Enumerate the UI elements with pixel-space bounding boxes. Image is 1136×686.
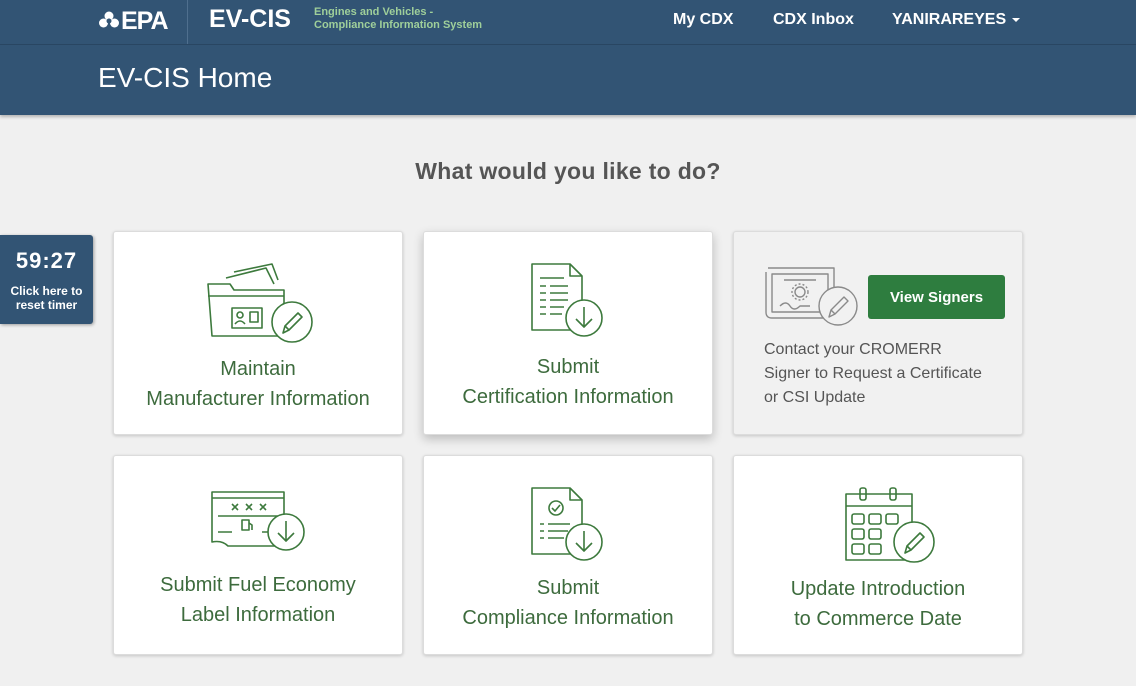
card-update-commerce-date[interactable]: Update Introduction to Commerce Date <box>733 455 1023 655</box>
card-fuel-line1: Submit Fuel Economy <box>160 574 356 596</box>
card-maintain-line1: Maintain <box>220 358 296 380</box>
card-maintain-label: Maintain Manufacturer Information <box>114 354 402 414</box>
card-certification-line1: Submit <box>536 356 600 378</box>
fuel-label-download-icon <box>211 491 305 551</box>
timer-hint: Click here to reset timer <box>0 284 93 312</box>
epa-flower-icon <box>99 11 119 28</box>
timer-countdown: 59:27 <box>15 248 78 273</box>
epa-logo[interactable]: EPA <box>98 7 169 35</box>
app-brand[interactable]: EV-CIS <box>209 5 291 34</box>
calendar-edit-icon <box>845 487 935 563</box>
card-submit-compliance[interactable]: Submit Compliance Information <box>423 455 713 655</box>
app-brand-subtitle: Engines and Vehicles - Compliance Inform… <box>314 6 482 32</box>
brand-separator <box>187 0 188 44</box>
document-download-icon <box>531 263 603 337</box>
card-submit-certification[interactable]: Submit Certification Information <box>423 231 713 435</box>
card-certification-line2: Certification Information <box>462 386 674 408</box>
session-timer[interactable]: 59:27 Click here to reset timer <box>0 235 93 324</box>
card-maintain-line2: Manufacturer Information <box>146 388 370 410</box>
view-signers-button[interactable]: View Signers <box>868 275 1005 319</box>
card-commerce-label: Update Introduction to Commerce Date <box>734 574 1022 634</box>
card-submit-fuel-economy[interactable]: Submit Fuel Economy Label Information <box>113 455 403 655</box>
nav-cdx-inbox[interactable]: CDX Inbox <box>773 11 854 29</box>
brand-subtitle-line1: Engines and Vehicles - <box>314 6 434 18</box>
folder-edit-icon <box>207 263 313 343</box>
card-compliance-label: Submit Compliance Information <box>424 573 712 633</box>
timer-hint-line2: reset timer <box>15 298 78 312</box>
user-name: YANIRAREYES <box>892 11 1007 28</box>
certificate-edit-icon <box>765 267 858 326</box>
card-cromerr-signers: View Signers Contact your CROMERR Signer… <box>733 231 1023 435</box>
nav-my-cdx[interactable]: My CDX <box>673 11 733 29</box>
timer-hint-line1: Click here to <box>10 284 83 298</box>
signer-text-line2: Signer to Request a Certificate <box>764 365 982 382</box>
signer-text-line1: Contact your CROMERR <box>764 341 942 358</box>
page-question: What would you like to do? <box>415 158 721 184</box>
card-commerce-line2: to Commerce Date <box>794 608 962 630</box>
card-fuel-label: Submit Fuel Economy Label Information <box>114 570 402 630</box>
top-navbar: EPA EV-CIS Engines and Vehicles - Compli… <box>0 0 1136 45</box>
signer-text-line3: or CSI Update <box>764 389 866 406</box>
card-compliance-line1: Submit <box>536 577 600 599</box>
signer-contact-text: Contact your CROMERR Signer to Request a… <box>764 338 1004 410</box>
card-certification-label: Submit Certification Information <box>424 352 712 412</box>
card-fuel-line2: Label Information <box>180 604 336 626</box>
page-title: EV-CIS Home <box>98 62 273 93</box>
card-commerce-line1: Update Introduction <box>790 578 966 600</box>
brand-subtitle-line2: Compliance Information System <box>314 19 483 31</box>
nav-user-menu[interactable]: YANIRAREYES <box>892 11 1021 29</box>
card-maintain-manufacturer[interactable]: Maintain Manufacturer Information <box>113 231 403 435</box>
chevron-down-icon <box>1012 17 1021 22</box>
checklist-download-icon <box>531 487 603 561</box>
card-compliance-line2: Compliance Information <box>462 607 674 629</box>
epa-logo-text: EPA <box>121 7 169 35</box>
page-title-bar: EV-CIS Home <box>0 45 1136 115</box>
